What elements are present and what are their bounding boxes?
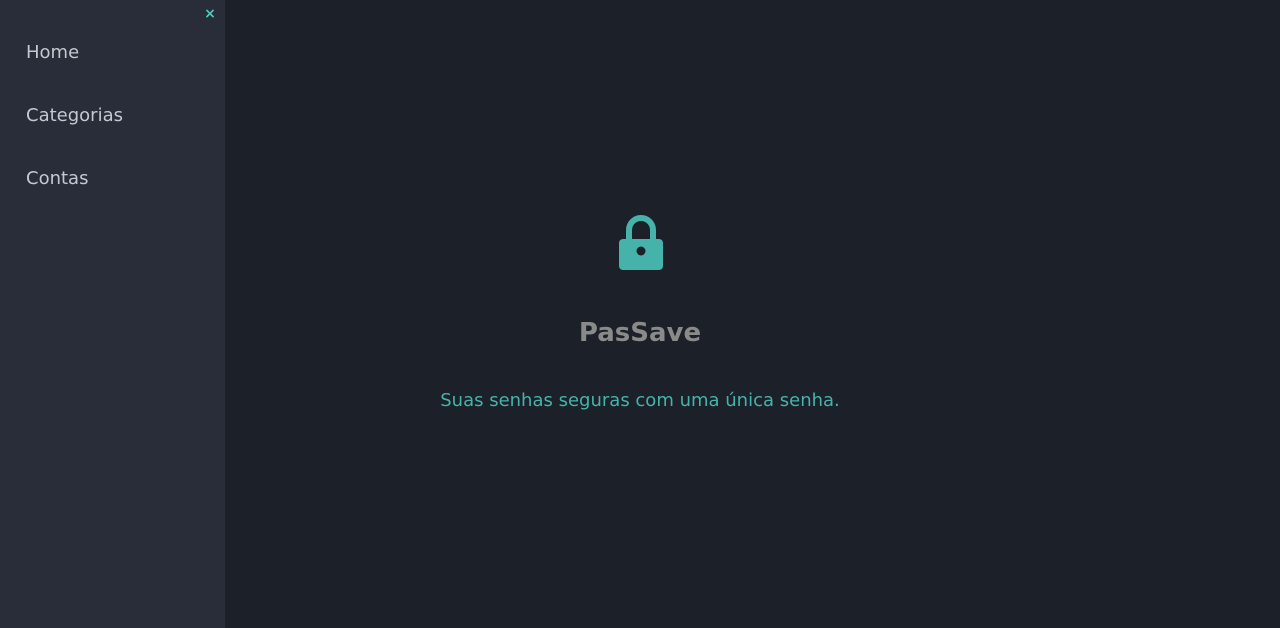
- sidebar-item-contas[interactable]: Contas: [26, 166, 123, 229]
- app-tagline: Suas senhas seguras com uma única senha.: [440, 390, 840, 411]
- sidebar-nav: Home Categorias Contas: [26, 40, 123, 229]
- sidebar-item-home[interactable]: Home: [26, 40, 123, 103]
- sidebar-item-categorias[interactable]: Categorias: [26, 103, 123, 166]
- main-content: PasSave Suas senhas seguras com uma únic…: [225, 0, 1280, 628]
- app: × Home Categorias Contas PasSave Suas se…: [0, 0, 1280, 628]
- app-title: PasSave: [578, 318, 702, 348]
- sidebar: × Home Categorias Contas: [0, 0, 225, 628]
- close-sidebar-button[interactable]: ×: [202, 6, 218, 22]
- lock-icon: [619, 215, 663, 270]
